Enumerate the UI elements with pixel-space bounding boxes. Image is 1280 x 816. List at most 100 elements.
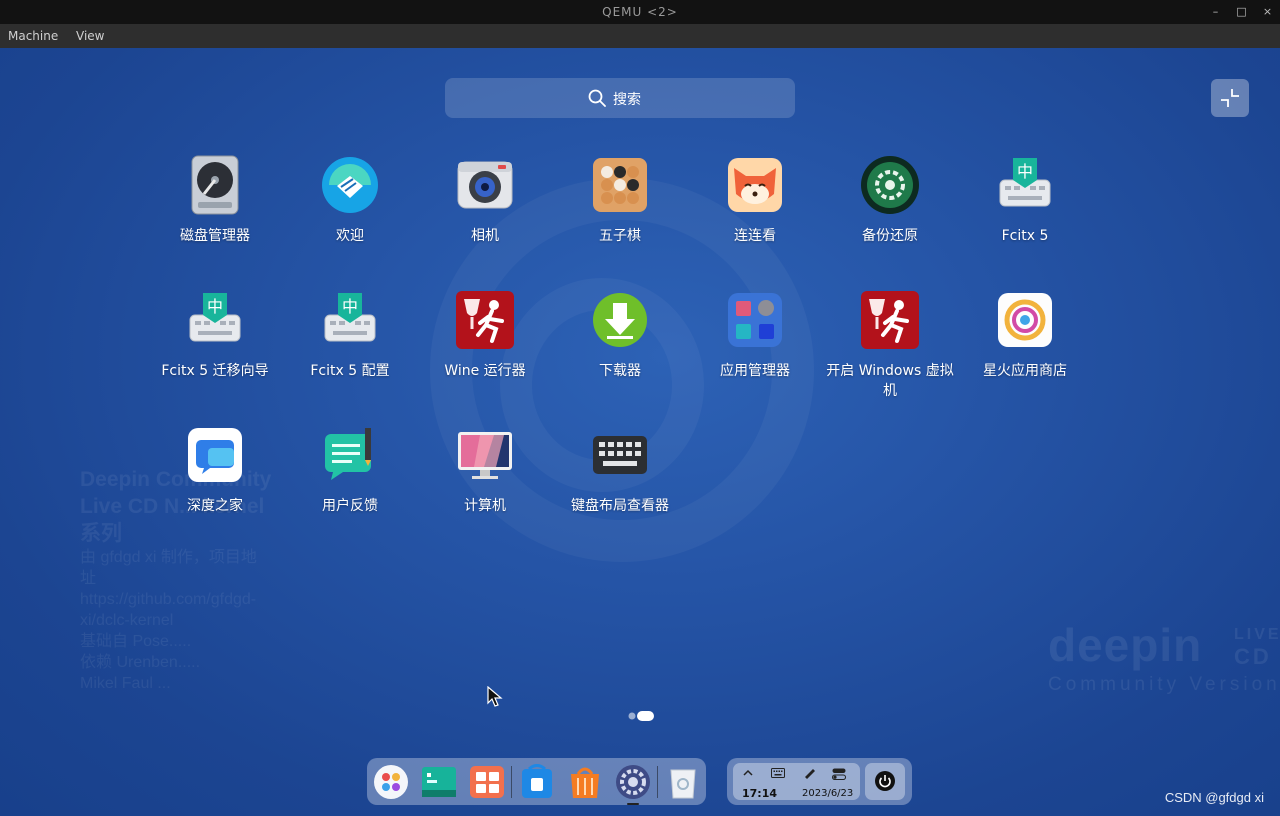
deepin-community-version: Community Version: [1048, 674, 1280, 695]
wallpaper-text-line: xi/dclc-kernel: [80, 612, 174, 629]
collapse-icon: [1221, 89, 1239, 107]
keyboard-layout-icon: [589, 424, 651, 486]
backup-restore-icon: [859, 154, 921, 216]
app-downloader[interactable]: 下载器: [555, 289, 685, 381]
dock-launcher[interactable]: [373, 764, 409, 800]
pen-icon[interactable]: [803, 767, 815, 779]
csdn-watermark: CSDN @gfdgd xi: [1164, 790, 1264, 805]
power-button[interactable]: [865, 763, 905, 800]
mouse-cursor-icon: [487, 686, 503, 707]
running-indicator: [627, 803, 639, 805]
app-label: 键盘布局查看器: [571, 498, 669, 514]
app-feedback[interactable]: 用户反馈: [285, 424, 415, 516]
feedback-icon: [319, 424, 381, 486]
desktop-launcher: Deepin Community Live CD N... kernel 系列 …: [0, 48, 1280, 816]
app-label: 深度之家: [187, 498, 243, 514]
maximize-button[interactable]: □: [1232, 3, 1252, 21]
app-label: Fcitx 5 配置: [310, 363, 390, 379]
wallpaper-text-line: 由 gfdgd xi 制作，项目地: [80, 549, 257, 566]
fcitx-keyboard-icon: 中: [994, 154, 1056, 216]
search-box[interactable]: 搜索: [445, 78, 795, 118]
dock-trash[interactable]: [665, 764, 701, 800]
tray-date[interactable]: 2023/6/23: [802, 788, 853, 799]
app-label: Fcitx 5: [1001, 228, 1049, 244]
app-link-game[interactable]: 连连看: [690, 154, 820, 246]
app-label: 备份还原: [862, 228, 918, 244]
launcher-icon: [374, 765, 408, 799]
dock-spark-bag[interactable]: [567, 764, 603, 800]
app-fcitx5-config[interactable]: 中 Fcitx 5 配置: [285, 289, 415, 381]
window-titlebar: QEMU <2> – □ ×: [0, 0, 1280, 24]
app-label: 磁盘管理器: [180, 228, 250, 244]
app-keyboard-layout-viewer[interactable]: 键盘布局查看器: [555, 424, 685, 516]
exit-fullscreen-button[interactable]: [1211, 79, 1249, 117]
wine-runner-icon: [859, 289, 921, 351]
dock-app-store[interactable]: [519, 764, 555, 800]
app-deepin-home[interactable]: 深度之家: [150, 424, 280, 516]
app-fcitx5-migrator[interactable]: 中 Fcitx 5 迁移向导: [150, 289, 280, 381]
app-label: 应用管理器: [720, 363, 790, 379]
deepin-home-icon: [184, 424, 246, 486]
welcome-handshake-icon: [319, 154, 381, 216]
link-game-fox-icon: [724, 154, 786, 216]
window-title: QEMU <2>: [602, 5, 678, 19]
wallpaper-text-line: Mikel Faul ...: [80, 675, 171, 692]
keyboard-icon[interactable]: [771, 768, 785, 778]
power-icon: [875, 771, 895, 791]
svg-text:中: 中: [1017, 162, 1033, 181]
menubar: Machine View: [0, 24, 1280, 48]
page-indicator[interactable]: [627, 710, 655, 722]
app-fcitx5[interactable]: 中 Fcitx 5: [960, 154, 1090, 246]
system-tray: 17:14 2023/6/23: [727, 758, 912, 805]
toggle-settings-icon[interactable]: [832, 768, 846, 780]
dock-terminal[interactable]: [421, 764, 457, 800]
app-label: 下载器: [599, 363, 641, 379]
menu-view[interactable]: View: [76, 29, 104, 43]
wallpaper-text-line: 基础自 Pose.....: [80, 633, 192, 650]
svg-text:中: 中: [342, 297, 358, 316]
close-button[interactable]: ×: [1258, 3, 1278, 21]
deepin-live-cd: LIVE CD: [1234, 626, 1280, 669]
chevron-up-icon[interactable]: [742, 768, 754, 778]
app-label: Wine 运行器: [444, 363, 526, 379]
app-label: 五子棋: [599, 228, 641, 244]
dock-control-center[interactable]: [615, 764, 651, 805]
app-label: 连连看: [734, 228, 776, 244]
app-windows-vm[interactable]: 开启 Windows 虚拟机: [825, 289, 955, 401]
minimize-button[interactable]: –: [1206, 3, 1226, 21]
control-center-icon: [616, 765, 650, 799]
trash-icon: [670, 769, 696, 799]
fcitx-keyboard-icon: 中: [184, 289, 246, 351]
search-placeholder: 搜索: [613, 92, 641, 108]
dock-separator: [511, 766, 512, 798]
app-backup-restore[interactable]: 备份还原: [825, 154, 955, 246]
wallpaper-text-line: https://github.com/gfdgd-: [80, 591, 257, 608]
wine-runner-icon: [454, 289, 516, 351]
app-camera[interactable]: 相机: [420, 154, 550, 246]
dock: [367, 758, 706, 805]
menu-machine[interactable]: Machine: [8, 29, 58, 43]
app-label: 星火应用商店: [983, 363, 1067, 379]
wallpaper-text-line: 依赖 Urenben.....: [80, 654, 201, 671]
app-wine-runner[interactable]: Wine 运行器: [420, 289, 550, 381]
app-manager-icon: [724, 289, 786, 351]
wallpaper-deepin-logo: deepin LIVE CD Community Version: [1048, 618, 1280, 696]
app-label: 相机: [471, 228, 499, 244]
app-spark-store[interactable]: 星火应用商店: [960, 289, 1090, 381]
spark-bag-icon: [571, 767, 599, 798]
terminal-icon: [422, 767, 456, 797]
app-label: 开启 Windows 虚拟机: [826, 363, 954, 399]
app-gomoku[interactable]: 五子棋: [555, 154, 685, 246]
app-disk-manager[interactable]: 磁盘管理器: [150, 154, 280, 246]
gomoku-icon: [589, 154, 651, 216]
multitasking-icon: [470, 766, 504, 798]
dock-multitasking[interactable]: [469, 764, 505, 800]
camera-icon: [454, 154, 516, 216]
app-welcome[interactable]: 欢迎: [285, 154, 415, 246]
svg-text:中: 中: [207, 297, 223, 316]
app-computer[interactable]: 计算机: [420, 424, 550, 516]
app-app-manager[interactable]: 应用管理器: [690, 289, 820, 381]
tray-time[interactable]: 17:14: [742, 787, 777, 800]
app-label: Fcitx 5 迁移向导: [161, 363, 269, 379]
fcitx-keyboard-icon: 中: [319, 289, 381, 351]
